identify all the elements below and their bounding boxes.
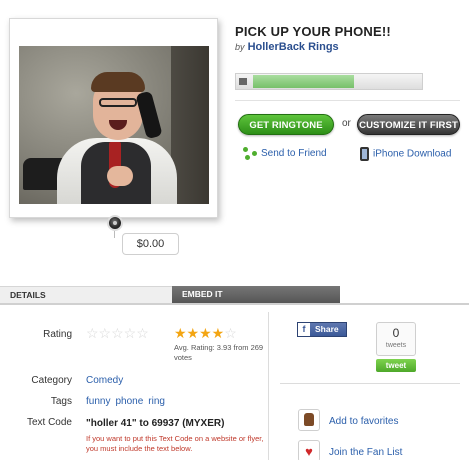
ringtone-title: PICK UP YOUR PHONE!!: [235, 24, 391, 39]
send-to-friend-link[interactable]: Send to Friend: [243, 147, 327, 160]
tab-details[interactable]: DETAILS: [0, 286, 172, 303]
iphone-icon: [360, 147, 369, 161]
average-rating-stars: ★★★★☆: [174, 326, 237, 340]
tag-list: funny phone ring: [86, 396, 170, 407]
tweets-label: tweets: [385, 342, 407, 349]
text-code-value: "holler 41" to 69937 (MYXER): [86, 418, 225, 429]
tweet-counter: 0 tweets: [376, 322, 416, 356]
tag-link[interactable]: funny: [86, 396, 110, 407]
audio-player[interactable]: [235, 73, 423, 90]
price-tag: $0.00: [122, 233, 179, 255]
ringtone-photo: [19, 46, 209, 204]
artist-byline: by HollerBack Rings: [235, 41, 339, 53]
facebook-share-label: Share: [315, 324, 339, 334]
play-preview-button[interactable]: [107, 215, 123, 231]
tag-link[interactable]: ring: [148, 396, 165, 407]
iphone-download-link[interactable]: iPhone Download: [360, 147, 451, 161]
progress-bar-fill: [253, 75, 354, 88]
or-label: or: [342, 118, 351, 129]
heart-icon: ♥: [305, 444, 313, 459]
tag-link[interactable]: phone: [115, 396, 143, 407]
text-code-note: If you want to put this Text Code on a w…: [86, 434, 264, 453]
ringtone-photo-card: [9, 18, 218, 218]
category-link[interactable]: Comedy: [86, 375, 123, 386]
rock-hand-icon: [304, 413, 314, 426]
tab-embed[interactable]: EMBED IT: [172, 286, 340, 303]
tweet-button[interactable]: tweet: [376, 359, 416, 372]
stop-icon[interactable]: [239, 78, 247, 85]
get-ringtone-button[interactable]: GET RINGTONE: [238, 114, 334, 135]
by-label: by: [235, 42, 245, 52]
tweet-count: 0: [392, 326, 400, 340]
rating-label: Rating: [43, 329, 72, 340]
avg-stars-empty: ☆: [224, 325, 237, 341]
facebook-share-button[interactable]: f Share: [297, 322, 347, 337]
artist-link[interactable]: HollerBack Rings: [248, 41, 339, 53]
fan-list-icon-box[interactable]: ♥: [298, 440, 320, 460]
add-to-favorites-link[interactable]: Add to favorites: [329, 416, 398, 427]
join-fan-list-link[interactable]: Join the Fan List: [329, 447, 402, 458]
share-icon: [243, 147, 258, 160]
user-rating-stars[interactable]: ☆☆☆☆☆: [86, 326, 149, 340]
iphone-download-label: iPhone Download: [373, 148, 452, 160]
facebook-icon: f: [298, 323, 310, 336]
customize-button[interactable]: CUSTOMIZE IT FIRST: [357, 114, 460, 135]
tags-label: Tags: [50, 396, 72, 407]
send-to-friend-label: Send to Friend: [261, 148, 327, 160]
category-label: Category: [31, 375, 72, 386]
text-code-label: Text Code: [26, 417, 72, 428]
average-rating-text: Avg. Rating: 3.93 from 269 votes: [174, 343, 264, 362]
avg-stars-filled: ★★★★: [174, 325, 225, 341]
add-favorites-icon-box[interactable]: [298, 409, 320, 431]
